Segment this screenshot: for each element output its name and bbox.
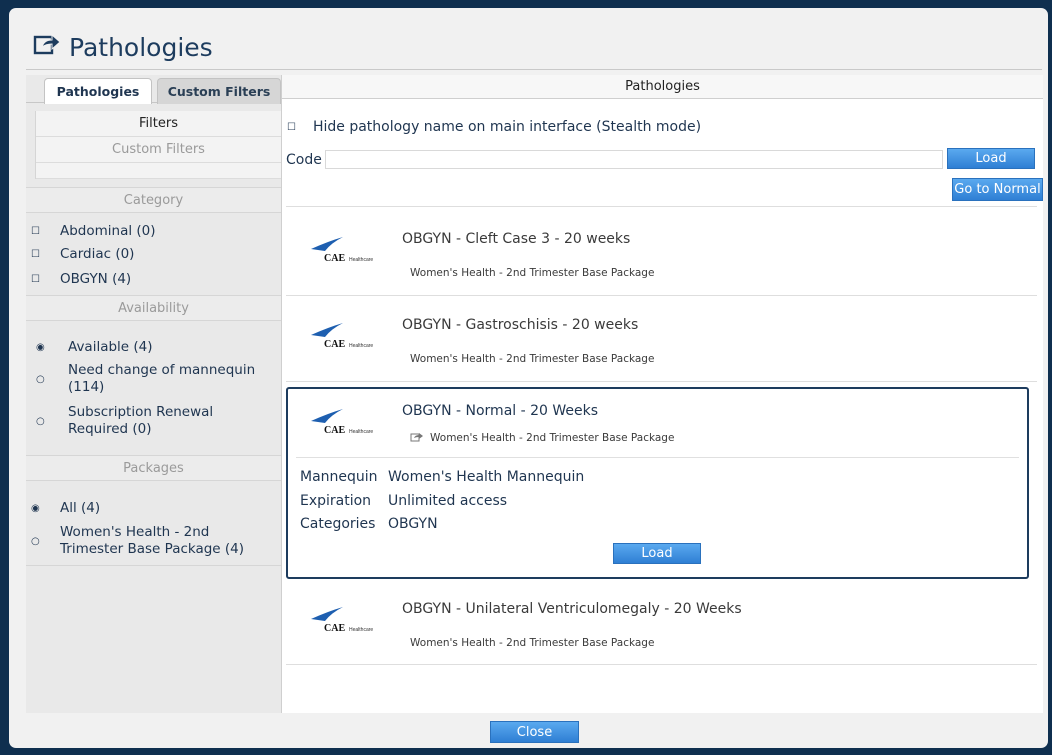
svg-text:Healthcare: Healthcare	[349, 343, 373, 349]
checkbox-icon[interactable]: ☐	[31, 246, 41, 263]
filter-subnav: Filters Custom Filters	[35, 111, 281, 179]
cae-logo: CAE Healthcare	[309, 399, 389, 436]
svg-text:CAE: CAE	[324, 339, 345, 349]
checkbox-icon[interactable]: ☐	[287, 122, 296, 133]
share-icon	[410, 431, 424, 445]
checkbox-icon[interactable]: ☐	[31, 223, 41, 240]
code-label: Code	[286, 151, 322, 168]
tab-bar: Pathologies Custom Filters	[26, 75, 281, 104]
package-all[interactable]: ◉ All (4)	[26, 500, 281, 517]
availability-header: Availability	[26, 295, 281, 321]
list-divider	[286, 381, 1037, 382]
subnav-filters[interactable]: Filters	[36, 111, 281, 137]
list-divider	[286, 206, 1037, 207]
svg-text:Healthcare: Healthcare	[349, 429, 373, 435]
pathology-list-panel: Pathologies ☐ Hide pathology name on mai…	[281, 75, 1043, 713]
category-header: Category	[26, 187, 281, 213]
radio-icon[interactable]: ○	[31, 533, 41, 550]
radio-selected-icon[interactable]: ◉	[36, 339, 46, 356]
svg-text:CAE: CAE	[324, 253, 345, 263]
category-cardiac[interactable]: ☐ Cardiac (0)	[26, 246, 281, 263]
title-divider	[26, 69, 1042, 70]
item-package: Women's Health - 2nd Trimester Base Pack…	[410, 353, 655, 365]
packages-header: Packages	[26, 455, 281, 481]
cae-logo: CAE Healthcare	[309, 313, 389, 350]
cae-logo: CAE Healthcare	[309, 597, 389, 634]
details-divider	[296, 457, 1019, 458]
code-input[interactable]	[324, 150, 943, 169]
filter-panel: Pathologies Custom Filters Filters Custo…	[26, 75, 281, 713]
go-to-normal-button[interactable]: Go to Normal	[952, 178, 1043, 201]
stealth-mode-option[interactable]: ☐ Hide pathology name on main interface …	[287, 119, 701, 135]
svg-text:Healthcare: Healthcare	[349, 627, 373, 633]
share-icon	[33, 32, 61, 62]
svg-text:CAE: CAE	[324, 425, 345, 435]
dialog-title: Pathologies	[33, 30, 213, 64]
dialog-title-text: Pathologies	[69, 32, 213, 62]
item-package: Women's Health - 2nd Trimester Base Pack…	[410, 267, 655, 279]
tab-pathologies[interactable]: Pathologies	[44, 78, 152, 104]
item-package: Women's Health - 2nd Trimester Base Pack…	[410, 637, 655, 649]
list-divider	[286, 295, 1037, 296]
radio-icon[interactable]: ○	[36, 413, 46, 430]
category-abdominal[interactable]: ☐ Abdominal (0)	[26, 223, 281, 240]
item-name: OBGYN - Unilateral Ventriculomegaly - 20…	[402, 601, 742, 617]
list-divider	[286, 664, 1037, 665]
cae-logo: CAE Healthcare	[309, 227, 389, 264]
detail-mannequin: Mannequin Women's Health Mannequin	[300, 469, 585, 485]
detail-expiration: Expiration Unlimited access	[300, 493, 508, 509]
pathologies-dialog: Pathologies Pathologies Custom Filters F…	[9, 8, 1048, 748]
detail-categories: Categories OBGYN	[300, 516, 438, 532]
category-obgyn[interactable]: ☐ OBGYN (4)	[26, 271, 281, 288]
item-package: Women's Health - 2nd Trimester Base Pack…	[410, 431, 674, 445]
item-name: OBGYN - Normal - 20 Weeks	[402, 403, 599, 419]
radio-selected-icon[interactable]: ◉	[31, 500, 41, 517]
availability-need-change[interactable]: ○ Need change of mannequin (114)	[26, 362, 281, 396]
package-womens-health[interactable]: ○ Women's Health - 2nd Trimester Base Pa…	[26, 524, 281, 558]
selected-list-item[interactable]: CAE Healthcare OBGYN - Normal - 20 Weeks …	[286, 387, 1029, 579]
svg-text:Healthcare: Healthcare	[349, 257, 373, 263]
svg-text:CAE: CAE	[324, 623, 345, 633]
list-header: Pathologies	[282, 75, 1043, 99]
subnav-custom-filters[interactable]: Custom Filters	[36, 137, 281, 163]
code-row: Code	[286, 150, 943, 169]
code-load-button[interactable]: Load	[947, 148, 1035, 169]
tab-custom-filters[interactable]: Custom Filters	[157, 78, 281, 104]
item-name: OBGYN - Cleft Case 3 - 20 weeks	[402, 231, 631, 247]
filter-panel-divider	[26, 565, 281, 566]
availability-available[interactable]: ◉ Available (4)	[26, 339, 281, 356]
subnav-spacer	[36, 163, 281, 179]
availability-subscription[interactable]: ○ Subscription Renewal Required (0)	[26, 404, 281, 438]
pathology-load-button[interactable]: Load	[613, 543, 701, 564]
checkbox-icon[interactable]: ☐	[31, 271, 41, 288]
item-name: OBGYN - Gastroschisis - 20 weeks	[402, 317, 639, 333]
radio-icon[interactable]: ○	[36, 371, 46, 388]
close-button[interactable]: Close	[490, 721, 579, 743]
